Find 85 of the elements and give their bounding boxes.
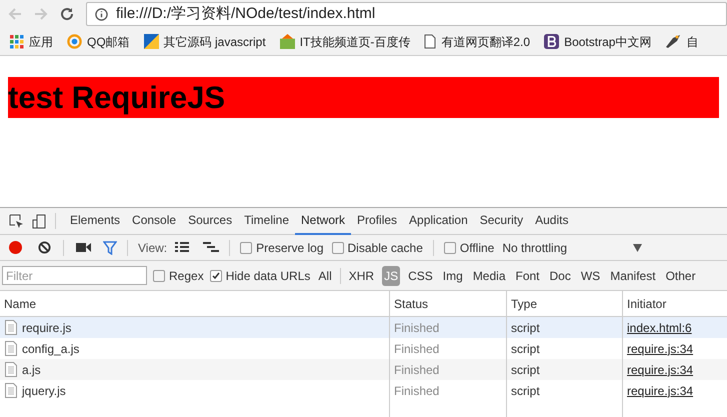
table-cell-text: script (511, 362, 540, 378)
table-cell-text: Finished (394, 340, 440, 358)
ring-icon (67, 34, 82, 49)
filter-icon[interactable] (103, 240, 117, 254)
reload-icon[interactable] (60, 7, 74, 21)
checkbox[interactable] (332, 242, 344, 254)
initiator-link[interactable]: require.js:34 (627, 360, 694, 378)
devtools-tab[interactable]: Security (474, 208, 530, 234)
table-cell-text: Finished (394, 362, 440, 378)
devtools-tab[interactable]: Sources (182, 208, 238, 234)
table-cell-text: require.js (22, 320, 72, 336)
address-bar[interactable]: file:///D:/学习资料/NOde/test/index.html (86, 2, 727, 26)
bookmark-link[interactable]: 有道网页翻译2.0 (441, 32, 530, 50)
info-icon (95, 8, 108, 20)
column-header[interactable]: Name (0, 291, 389, 316)
type-filter-button[interactable]: Doc (548, 266, 573, 286)
bookmark-logo-icon (144, 34, 159, 49)
type-filter-button[interactable]: CSS (406, 266, 435, 286)
request-row[interactable]: a.js Finished script require.js:34 (0, 359, 727, 380)
devtools-tab[interactable]: Audits (529, 208, 574, 234)
table-cell-text: script (511, 382, 540, 400)
column-header[interactable]: Status (389, 291, 506, 316)
offline-label: Offline (460, 240, 494, 256)
table-cell-text: Finished (394, 382, 440, 400)
hide-data-urls-label: Hide data URLs (226, 268, 310, 284)
type-filter-button[interactable]: Media (470, 266, 508, 286)
waterfall-view-icon[interactable] (203, 242, 220, 253)
devtools-tab[interactable]: Profiles (351, 208, 404, 234)
initiator-link[interactable]: require.js:34 (627, 340, 694, 358)
preserve-log-label: Preserve log (256, 240, 324, 256)
type-filter-button[interactable]: Img (440, 266, 465, 286)
camera-icon[interactable] (76, 242, 91, 253)
table-cell-text: Finished (394, 320, 440, 336)
view-label: View: (138, 240, 168, 256)
initiator-link[interactable]: index.html:6 (627, 318, 692, 336)
throttling-dropdown[interactable]: No throttling (502, 238, 642, 256)
checkbox[interactable] (240, 242, 252, 254)
clear-icon[interactable] (38, 241, 51, 254)
checkbox[interactable] (210, 270, 222, 282)
type-filter-button[interactable]: Other (664, 266, 698, 286)
request-row[interactable]: require.js Finished script index.html:6 (0, 317, 727, 338)
inspect-icon[interactable] (9, 214, 24, 228)
file-icon (5, 341, 17, 356)
bookmark-link[interactable]: Bootstrap中文网 (564, 32, 652, 50)
type-filter-button[interactable]: All (316, 266, 334, 286)
device-icon[interactable] (32, 214, 47, 228)
record-button[interactable] (9, 241, 22, 254)
disable-cache-label: Disable cache (348, 240, 423, 256)
bookmark-link[interactable]: IT技能频道页-百度传 (300, 32, 410, 50)
regex-label: Regex (169, 268, 204, 284)
checkbox[interactable] (444, 242, 456, 254)
page-heading: test RequireJS (8, 77, 719, 118)
file-icon (5, 362, 17, 377)
devtools-tab[interactable]: Timeline (238, 208, 295, 234)
table-cell-text: jquery.js (22, 382, 66, 400)
type-filter-button[interactable]: XHR (346, 266, 376, 286)
column-header[interactable]: Initiator (622, 291, 727, 316)
column-header[interactable]: Type (506, 291, 622, 316)
initiator-link[interactable]: require.js:34 (627, 382, 694, 400)
table-cell-text: a.js (22, 362, 41, 378)
bookmark-link[interactable]: 应用 (29, 32, 53, 50)
type-filter-button[interactable]: Manifest (608, 266, 658, 286)
file-icon (5, 320, 17, 335)
table-cell-text: script (511, 320, 540, 336)
filter-field[interactable]: Filter (2, 266, 147, 285)
checkmark-icon (212, 272, 220, 280)
page-icon (424, 34, 436, 49)
list-view-icon[interactable] (175, 242, 190, 253)
type-filter-button[interactable]: Font (514, 266, 542, 286)
table-cell-text: config_a.js (22, 340, 80, 358)
bookmark-logo-icon (280, 34, 295, 49)
type-filter-button[interactable]: WS (578, 266, 602, 286)
devtools-tab[interactable]: Application (403, 208, 474, 234)
bookmark-logo-icon (544, 34, 560, 49)
bookmark-link[interactable]: QQ邮箱 (87, 32, 130, 50)
bookmark-link[interactable]: 自 (686, 32, 698, 50)
checkbox[interactable] (153, 270, 165, 282)
url-text: file:///D:/学习资料/NOde/test/index.html (116, 4, 376, 24)
bookmark-link[interactable]: 其它源码 javascript (164, 32, 266, 50)
devtools-tab[interactable]: Console (126, 208, 182, 234)
grid-icon (10, 34, 24, 48)
dropdown-arrow-icon (633, 244, 642, 252)
file-icon (5, 383, 17, 398)
devtools-tab[interactable]: Elements (64, 208, 126, 234)
table-cell-text: script (511, 340, 540, 358)
